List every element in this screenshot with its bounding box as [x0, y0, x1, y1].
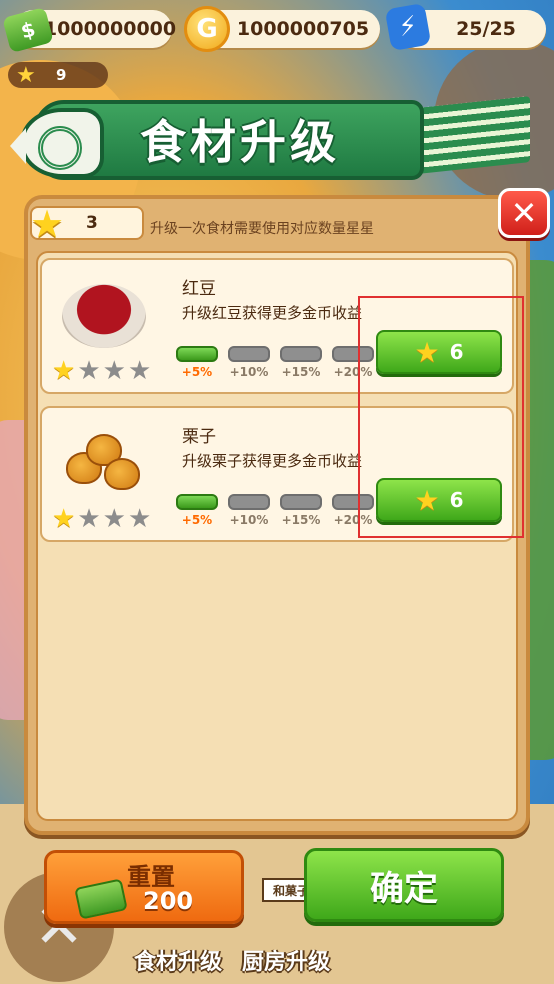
chestnut-icon [62, 424, 146, 498]
highlight-box [358, 296, 524, 538]
star-icon: ★ [30, 202, 65, 246]
confirm-label: 确定 [370, 868, 438, 909]
star-balance: ★ 3 [30, 202, 144, 246]
tab-food-upgrade[interactable]: 食材升级 [134, 944, 222, 976]
dialog-title: 食材升级 [140, 115, 340, 169]
reset-cost: 200 [143, 887, 194, 915]
star-icon: ★ [16, 63, 36, 88]
level-pill [280, 346, 322, 362]
coin-value: 1000000705 [236, 18, 370, 40]
star-icon: ★ [102, 356, 128, 386]
star-icon: ★ [77, 504, 103, 534]
level-step: +5% [176, 346, 218, 379]
star-icon: ★ [77, 356, 103, 386]
ingredient-description: 升级栗子获得更多金币收益 [182, 452, 363, 470]
koinobori-head-icon [20, 108, 104, 178]
player-level-value: 9 [56, 66, 67, 84]
level-step: +10% [228, 346, 270, 379]
level-pill [280, 494, 322, 510]
ingredient-description: 升级红豆获得更多金币收益 [182, 304, 363, 322]
energy-value: 25/25 [456, 18, 516, 40]
close-button[interactable]: ✕ [498, 188, 550, 238]
level-bonus: +5% [181, 513, 213, 527]
level-bonus: +5% [181, 365, 213, 379]
star-icon: ★ [127, 504, 154, 534]
level-progress: +5% +10% +15% +20% [176, 494, 374, 527]
level-progress: +5% +10% +15% +20% [176, 346, 374, 379]
level-step: +15% [280, 494, 322, 527]
star-icon: ★ [52, 356, 78, 386]
coin-icon: G [184, 6, 230, 52]
level-pill [176, 494, 218, 510]
ingredient-name: 栗子 [182, 427, 216, 447]
close-icon: ✕ [510, 194, 538, 232]
upgrade-hint: 升级一次食材需要使用对应数量星星 [150, 221, 374, 237]
level-step: +10% [228, 494, 270, 527]
energy-counter[interactable]: ⚡ 25/25 [384, 2, 546, 52]
star-icon: ★ [127, 356, 154, 386]
title-banner: 食材升级 [10, 92, 530, 190]
confirm-button[interactable]: 确定 [304, 848, 504, 922]
chestnut-shape [104, 458, 140, 490]
level-bonus: +15% [281, 365, 321, 379]
level-bonus: +15% [281, 513, 321, 527]
player-level: ★ 9 [8, 62, 108, 88]
bowl-shape [62, 284, 146, 348]
ingredient-star-rating: ★★★★ [52, 504, 153, 534]
star-icon: ★ [52, 504, 78, 534]
level-bonus: +10% [229, 513, 269, 527]
star-balance-value: 3 [86, 213, 98, 233]
cash-value: 1000000000 [43, 18, 177, 40]
level-step: +15% [280, 346, 322, 379]
lightning-icon: ⚡ [384, 2, 432, 52]
coin-counter[interactable]: G 1000000705 [184, 6, 380, 52]
level-pill [228, 494, 270, 510]
ingredient-name: 红豆 [182, 279, 216, 299]
level-pill [176, 346, 218, 362]
banner-arrow-icon [10, 128, 26, 164]
red-bean-bowl-icon [62, 276, 146, 350]
cash-stack-icon [74, 878, 128, 920]
level-pill [228, 346, 270, 362]
ingredient-star-rating: ★★★★ [52, 356, 153, 386]
level-bonus: +10% [229, 365, 269, 379]
reset-button[interactable]: 重置 200 [44, 850, 244, 924]
cash-counter[interactable]: $ 1000000000 [2, 6, 176, 54]
tab-kitchen-upgrade[interactable]: 厨房升级 [242, 944, 330, 976]
star-icon: ★ [102, 504, 128, 534]
level-step: +5% [176, 494, 218, 527]
